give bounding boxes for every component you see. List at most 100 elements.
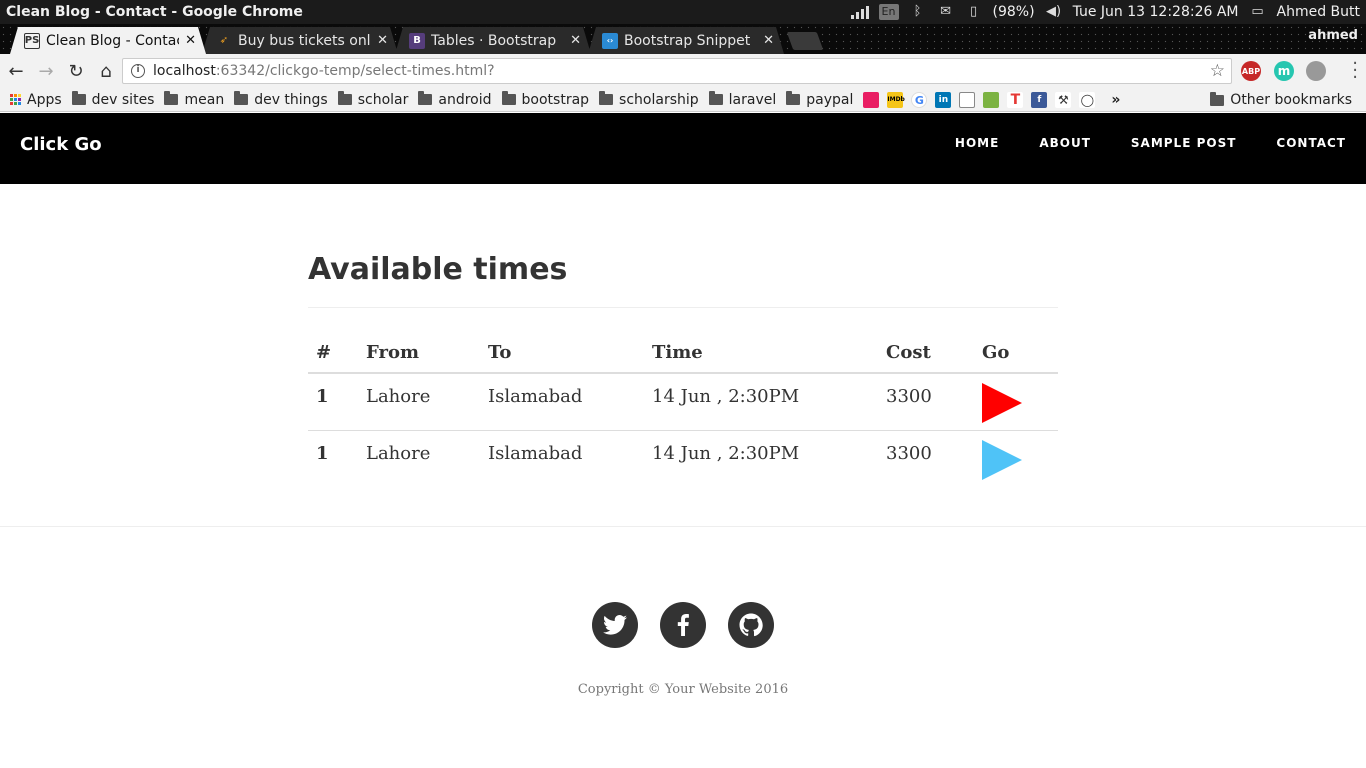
battery-icon[interactable]: ▯	[965, 4, 983, 20]
mail-icon[interactable]: ✉	[937, 4, 955, 20]
linkedin-icon[interactable]: in	[935, 91, 952, 108]
bluetooth-icon[interactable]: ᛒ	[909, 4, 927, 20]
cell-to: Islamabad	[480, 373, 644, 431]
close-icon[interactable]: ✕	[763, 33, 774, 48]
bootstrap-icon: B	[409, 33, 425, 49]
table-header-row: # From To Time Cost Go	[308, 333, 1058, 374]
bookmark-apps[interactable]: Apps	[10, 92, 62, 108]
bookmark-label: bootstrap	[521, 91, 590, 108]
more-bookmarks-chevron[interactable]: »	[1111, 92, 1120, 108]
os-indicators: En ᛒ ✉ ▯ (98%) ◀) Tue Jun 13 12:28:26 AM…	[850, 0, 1361, 24]
bookmark-folder[interactable]: mean	[164, 91, 224, 108]
keyboard-layout-indicator[interactable]: En	[878, 4, 899, 20]
tab-label: Clean Blog - Contac	[46, 32, 180, 49]
nav-about[interactable]: ABOUT	[1039, 136, 1091, 150]
other-bookmarks[interactable]: Other bookmarks	[1210, 88, 1352, 112]
nav-sample-post[interactable]: SAMPLE POST	[1131, 136, 1237, 150]
header-time: Time	[644, 333, 878, 374]
close-icon[interactable]: ✕	[570, 33, 581, 48]
header-from: From	[358, 333, 480, 374]
cell-from: Lahore	[366, 442, 431, 464]
page-icon[interactable]	[959, 91, 976, 108]
header-cost: Cost	[878, 333, 974, 374]
tab-label: Buy bus tickets onli	[238, 32, 372, 49]
times-table: # From To Time Cost Go 1 Lahore Islamaba…	[308, 333, 1058, 487]
copyright-text: Copyright © Your Website 2016	[577, 682, 789, 697]
bookmark-folder[interactable]: paypal	[786, 91, 853, 108]
volume-icon[interactable]: ◀)	[1045, 4, 1063, 20]
home-icon[interactable]: ⌂	[92, 57, 120, 85]
close-icon[interactable]: ✕	[377, 33, 388, 48]
mercury-extension-icon[interactable]: m	[1274, 61, 1294, 81]
network-signal-icon[interactable]	[850, 5, 869, 19]
profile-name[interactable]: ahmed	[1308, 28, 1358, 43]
cell-go	[974, 373, 1058, 431]
adblock-plus-icon[interactable]: ABP	[1241, 61, 1261, 81]
bookmark-folder[interactable]: scholar	[337, 91, 408, 108]
nav-links: HOME ABOUT SAMPLE POST CONTACT	[955, 136, 1346, 150]
bookmark-label: Other bookmarks	[1230, 92, 1352, 108]
github-bookmark-icon[interactable]: ◯	[1079, 91, 1096, 108]
tab-label: Bootstrap Snippet	[624, 32, 751, 49]
os-top-panel: Clean Blog - Contact - Google Chrome En …	[0, 0, 1366, 24]
tab-clean-blog[interactable]: PS Clean Blog - Contac ✕	[10, 27, 206, 54]
go-play-icon[interactable]	[982, 439, 1022, 480]
bookmark-folder[interactable]: dev things	[234, 91, 328, 108]
t-site-icon[interactable]: T	[1007, 91, 1024, 108]
address-bar[interactable]: i localhost:63342/clickgo-temp/select-ti…	[122, 58, 1232, 84]
main-content: Available times	[308, 252, 1058, 287]
android-icon[interactable]	[983, 91, 1000, 108]
close-icon[interactable]: ✕	[185, 33, 196, 48]
globe-extension-icon[interactable]	[1306, 61, 1326, 81]
bus-icon: ➶	[219, 35, 229, 46]
user-monitor-icon: ▭	[1251, 4, 1264, 19]
bookmarks-bar: Apps dev sites mean dev things scholar a…	[0, 88, 1366, 112]
tab-strip: PS Clean Blog - Contac ✕ ➶ Buy bus ticke…	[0, 24, 1366, 54]
nav-contact[interactable]: CONTACT	[1276, 136, 1346, 150]
user-name[interactable]: Ahmed Butt	[1277, 4, 1361, 20]
site-brand[interactable]: Click Go	[20, 134, 102, 155]
folder-icon	[599, 91, 614, 105]
new-tab-button[interactable]	[786, 32, 824, 50]
tab-bootstrap-tables[interactable]: B Tables · Bootstrap ✕	[395, 27, 591, 54]
menu-icon[interactable]: · · ·	[1352, 55, 1358, 87]
bookmark-site-icon[interactable]	[863, 91, 880, 108]
bookmark-star-icon[interactable]: ☆	[1210, 61, 1225, 81]
folder-icon	[234, 91, 249, 105]
clock[interactable]: Tue Jun 13 12:28:26 AM	[1073, 4, 1239, 20]
reload-icon[interactable]: ↻	[62, 57, 90, 85]
bookmark-label: laravel	[728, 91, 777, 108]
bookmark-folder[interactable]: bootstrap	[501, 91, 590, 108]
site-navbar: Click Go HOME ABOUT SAMPLE POST CONTACT	[0, 113, 1366, 184]
divider	[308, 307, 1058, 308]
header-number: #	[308, 333, 358, 374]
nav-home[interactable]: HOME	[955, 136, 999, 150]
bookmark-folder[interactable]: dev sites	[71, 91, 154, 108]
info-icon[interactable]: i	[131, 64, 145, 78]
bookmark-folder[interactable]: laravel	[708, 91, 777, 108]
twitter-icon[interactable]	[592, 602, 638, 648]
back-icon[interactable]: ←	[2, 57, 30, 85]
folder-icon	[337, 91, 352, 105]
tab-bus-tickets[interactable]: ➶ Buy bus tickets onli ✕	[202, 27, 398, 54]
folder-icon	[708, 91, 723, 105]
facebook-bookmark-icon[interactable]: f	[1031, 91, 1048, 108]
table-row: 1 Lahore Islamabad 14 Jun , 2:30PM 3300	[308, 430, 1058, 487]
bookmark-label: android	[438, 91, 492, 108]
cell-cost: 3300	[886, 442, 932, 464]
forward-icon[interactable]: →	[32, 57, 60, 85]
folder-icon	[1210, 91, 1225, 106]
bookmark-label: scholarship	[619, 91, 699, 108]
google-icon[interactable]: G	[911, 91, 928, 108]
bookmark-folder[interactable]: android	[418, 91, 492, 108]
header-to: To	[480, 333, 644, 374]
tab-label: Tables · Bootstrap	[431, 32, 557, 49]
tab-bootstrap-snippet[interactable]: ‹› Bootstrap Snippet ✕	[588, 27, 784, 54]
imdb-icon[interactable]: IMDb	[887, 91, 905, 108]
github-icon[interactable]	[728, 602, 774, 648]
snippet-icon: ‹›	[602, 33, 618, 49]
bookmark-folder[interactable]: scholarship	[599, 91, 699, 108]
tool-icon[interactable]: ⚒	[1055, 91, 1072, 108]
go-play-icon[interactable]	[982, 383, 1022, 423]
facebook-icon[interactable]	[660, 602, 706, 648]
